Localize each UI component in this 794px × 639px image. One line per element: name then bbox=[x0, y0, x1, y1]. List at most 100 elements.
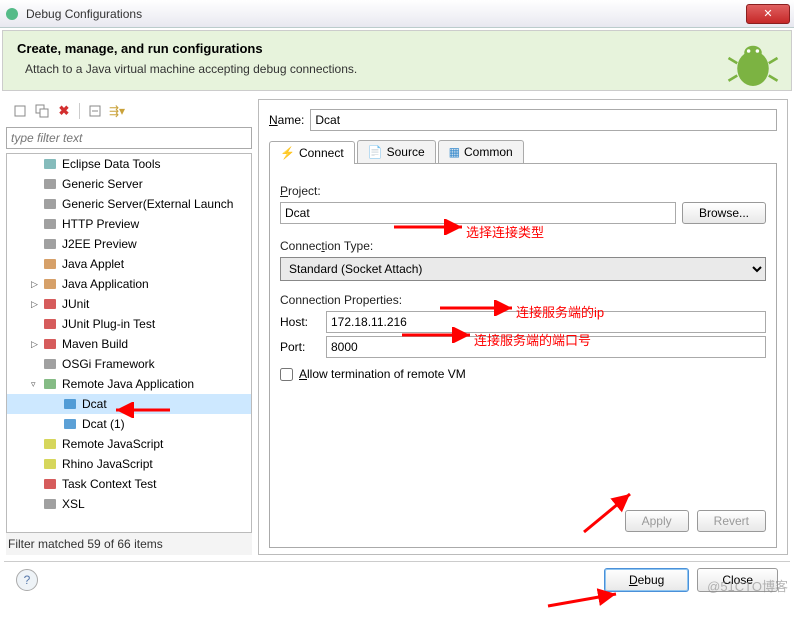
config-type-icon bbox=[42, 156, 58, 172]
tabs: ⚡ Connect 📄 Source ▦ Common bbox=[269, 140, 777, 164]
host-label: Host: bbox=[280, 315, 320, 329]
allow-termination-checkbox[interactable] bbox=[280, 368, 293, 381]
left-toolbar: ✖ ⇶▾ bbox=[6, 99, 252, 123]
config-type-icon bbox=[42, 276, 58, 292]
help-button[interactable]: ? bbox=[16, 569, 38, 591]
tree-item-label: OSGi Framework bbox=[62, 357, 155, 371]
tree-item[interactable]: ▷ Java Application bbox=[7, 274, 251, 294]
dialog-footer: ? Debug Close bbox=[4, 561, 790, 602]
expand-icon[interactable]: ▷ bbox=[31, 339, 41, 350]
right-pane: Name: ⚡ Connect 📄 Source ▦ Common Projec… bbox=[258, 99, 788, 555]
config-type-icon bbox=[42, 296, 58, 312]
tree-item[interactable]: Generic Server bbox=[7, 174, 251, 194]
tree-item-label: JUnit bbox=[62, 297, 89, 311]
tab-source[interactable]: 📄 Source bbox=[357, 140, 436, 163]
apply-button[interactable]: Apply bbox=[625, 510, 689, 532]
config-type-icon bbox=[42, 356, 58, 372]
new-config-button[interactable] bbox=[10, 101, 30, 121]
host-input[interactable] bbox=[326, 311, 766, 333]
project-label: Project: bbox=[280, 184, 766, 198]
expand-icon[interactable]: ▿ bbox=[31, 379, 41, 390]
debug-button[interactable]: Debug bbox=[604, 568, 689, 592]
config-type-icon bbox=[62, 396, 78, 412]
expand-icon[interactable]: ▷ bbox=[31, 279, 41, 290]
tree-item-label: Rhino JavaScript bbox=[62, 457, 153, 471]
config-type-icon bbox=[42, 376, 58, 392]
tree-item[interactable]: ▷ JUnit bbox=[7, 294, 251, 314]
port-input[interactable] bbox=[326, 336, 766, 358]
config-type-icon bbox=[42, 456, 58, 472]
tree-item[interactable]: Eclipse Data Tools bbox=[7, 154, 251, 174]
tree-item-label: Eclipse Data Tools bbox=[62, 157, 161, 171]
window-title: Debug Configurations bbox=[26, 7, 746, 21]
tree-item-label: HTTP Preview bbox=[62, 217, 139, 231]
dialog-header: Create, manage, and run configurations A… bbox=[2, 30, 792, 91]
tree-item[interactable]: Remote JavaScript bbox=[7, 434, 251, 454]
connect-icon: ⚡ bbox=[280, 146, 295, 160]
connection-type-label: Connection Type: bbox=[280, 239, 766, 253]
close-button[interactable]: Close bbox=[697, 568, 778, 592]
port-label: Port: bbox=[280, 340, 320, 354]
allow-termination-label: Allow termination of remote VM bbox=[299, 367, 466, 381]
config-type-icon bbox=[42, 216, 58, 232]
config-type-icon bbox=[42, 236, 58, 252]
tree-item-label: Java Application bbox=[62, 277, 149, 291]
config-type-icon bbox=[42, 176, 58, 192]
tree-item[interactable]: ▿ Remote Java Application bbox=[7, 374, 251, 394]
project-input[interactable] bbox=[280, 202, 676, 224]
left-pane: ✖ ⇶▾ Eclipse Data Tools Generic Server Gen… bbox=[6, 99, 252, 555]
duplicate-config-button[interactable] bbox=[32, 101, 52, 121]
tree-item[interactable]: J2EE Preview bbox=[7, 234, 251, 254]
filter-status: Filter matched 59 of 66 items bbox=[6, 533, 252, 555]
config-tree[interactable]: Eclipse Data Tools Generic Server Generic … bbox=[6, 153, 252, 533]
tree-item[interactable]: Dcat (1) bbox=[7, 414, 251, 434]
tree-item[interactable]: OSGi Framework bbox=[7, 354, 251, 374]
config-type-icon bbox=[62, 416, 78, 432]
tree-item[interactable]: ▷ Maven Build bbox=[7, 334, 251, 354]
config-type-icon bbox=[42, 316, 58, 332]
config-type-icon bbox=[42, 476, 58, 492]
connection-type-select[interactable]: Standard (Socket Attach) bbox=[280, 257, 766, 281]
tree-item[interactable]: Dcat bbox=[7, 394, 251, 414]
tree-item-label: Java Applet bbox=[62, 257, 124, 271]
tree-item-label: Maven Build bbox=[62, 337, 128, 351]
filter-input[interactable] bbox=[6, 127, 252, 149]
connection-properties-label: Connection Properties: bbox=[280, 293, 766, 307]
app-icon bbox=[4, 6, 20, 22]
tree-item-label: J2EE Preview bbox=[62, 237, 137, 251]
tree-item[interactable]: Rhino JavaScript bbox=[7, 454, 251, 474]
name-label: Name: bbox=[269, 113, 304, 127]
name-input[interactable] bbox=[310, 109, 777, 131]
expand-icon[interactable]: ▷ bbox=[31, 299, 41, 310]
collapse-all-button[interactable] bbox=[85, 101, 105, 121]
tree-item-label: XSL bbox=[62, 497, 85, 511]
filter-field[interactable] bbox=[6, 127, 252, 149]
tree-item[interactable]: Task Context Test bbox=[7, 474, 251, 494]
browse-button[interactable]: Browse... bbox=[682, 202, 766, 224]
filter-button[interactable]: ⇶▾ bbox=[107, 101, 127, 121]
revert-button[interactable]: Revert bbox=[697, 510, 766, 532]
bug-icon bbox=[725, 37, 781, 93]
tree-item-label: Dcat (1) bbox=[82, 417, 125, 431]
window-close-button[interactable]: ✕ bbox=[746, 4, 790, 24]
config-type-icon bbox=[42, 196, 58, 212]
common-icon: ▦ bbox=[449, 145, 460, 159]
tree-item-label: Remote JavaScript bbox=[62, 437, 163, 451]
tree-item-label: Remote Java Application bbox=[62, 377, 194, 391]
tab-connect[interactable]: ⚡ Connect bbox=[269, 141, 355, 164]
config-type-icon bbox=[42, 436, 58, 452]
header-subtitle: Attach to a Java virtual machine accepti… bbox=[25, 62, 775, 76]
tree-item-label: Task Context Test bbox=[62, 477, 157, 491]
tree-item-label: Dcat bbox=[82, 397, 107, 411]
tree-item[interactable]: XSL bbox=[7, 494, 251, 514]
source-icon: 📄 bbox=[368, 145, 383, 159]
tree-item[interactable]: HTTP Preview bbox=[7, 214, 251, 234]
tree-item[interactable]: JUnit Plug-in Test bbox=[7, 314, 251, 334]
tab-common[interactable]: ▦ Common bbox=[438, 140, 524, 163]
tree-item[interactable]: Java Applet bbox=[7, 254, 251, 274]
titlebar: Debug Configurations ✕ bbox=[0, 0, 794, 28]
tree-item[interactable]: Generic Server(External Launch bbox=[7, 194, 251, 214]
config-type-icon bbox=[42, 336, 58, 352]
tree-item-label: Generic Server(External Launch bbox=[62, 197, 233, 211]
delete-config-button[interactable]: ✖ bbox=[54, 101, 74, 121]
